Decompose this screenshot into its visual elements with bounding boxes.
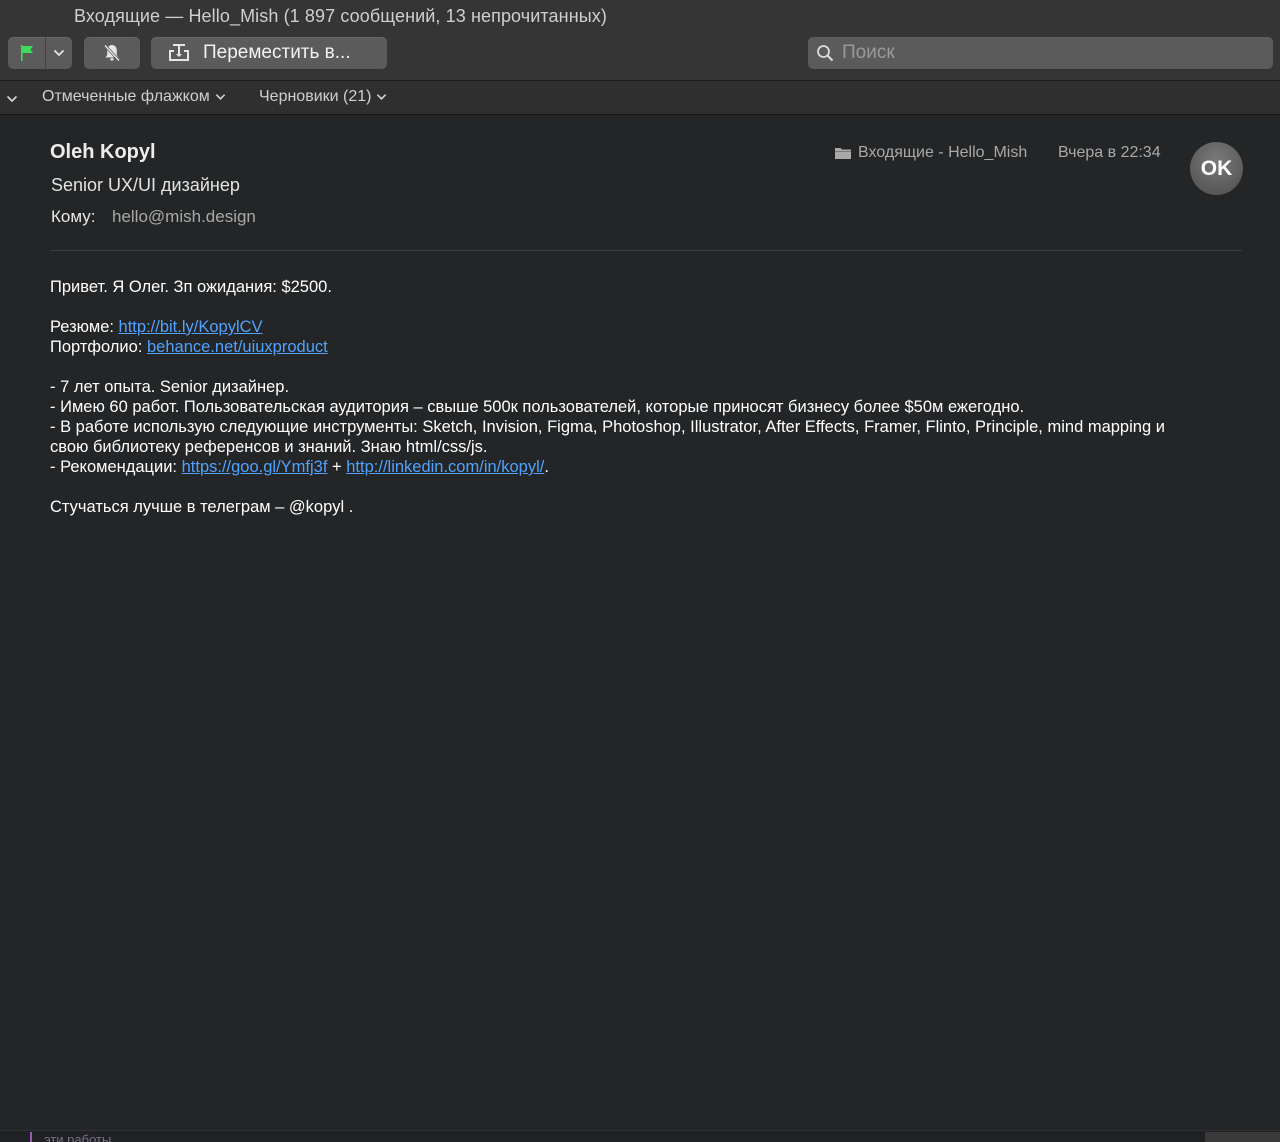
favorite-flagged-label: Отмеченные флажком: [42, 88, 210, 105]
to-address[interactable]: hello@mish.design: [112, 207, 256, 227]
recommend-label: - Рекомендации:: [50, 458, 182, 476]
message-body: Привет. Я Олег. Зп ожидания: $2500. Резю…: [50, 277, 1245, 517]
window-title: Входящие — Hello_Mish (1 897 сообщений, …: [74, 6, 607, 26]
bottom-strip: [0, 1130, 1280, 1142]
chevron-down-icon: [215, 94, 225, 101]
body-works: - Имею 60 работ. Пользовательская аудито…: [50, 398, 1025, 416]
recommend-link-1[interactable]: https://goo.gl/Ymfj3f: [182, 458, 328, 476]
flag-button[interactable]: [8, 37, 47, 69]
body-tools-line-2: свою библиотеку референсов и знаний. Зна…: [50, 438, 488, 456]
folder-icon: [835, 148, 851, 159]
flag-button-group: [8, 37, 72, 69]
body-portfolio-line: Портфолио: behance.net/uiuxproduct: [50, 337, 1245, 357]
search-icon: [817, 45, 834, 62]
body-resume-line: Резюме: http://bit.ly/KopylCV: [50, 317, 1245, 337]
search-field[interactable]: [808, 37, 1273, 69]
mute-button[interactable]: [84, 37, 140, 69]
sender-name[interactable]: Oleh Kopyl: [50, 141, 156, 164]
favorite-flagged[interactable]: Отмеченные флажком: [42, 88, 226, 106]
body-experience: - 7 лет опыта. Senior дизайнер.: [50, 378, 290, 396]
bottom-partial-text: эти работы: [44, 1133, 112, 1142]
bottom-right-block: [1205, 1132, 1280, 1142]
body-contact: Стучаться лучше в телеграм – @kopyl .: [50, 498, 354, 516]
portfolio-label: Портфолио:: [50, 338, 147, 356]
bottom-accent-bar: [30, 1132, 32, 1142]
title-toolbar: Входящие — Hello_Mish (1 897 сообщений, …: [0, 0, 1280, 81]
resume-link[interactable]: http://bit.ly/KopylCV: [119, 318, 263, 336]
portfolio-link[interactable]: behance.net/uiuxproduct: [147, 338, 328, 356]
recommend-plus: +: [327, 458, 347, 476]
to-label: Кому:: [51, 207, 96, 226]
body-tools-line-1: - В работе использую следующие инструмен…: [50, 418, 1165, 436]
move-tray-icon: [169, 44, 189, 61]
move-to-button[interactable]: Переместить в...: [151, 37, 387, 69]
mail-window: Входящие — Hello_Mish (1 897 сообщений, …: [0, 0, 1280, 1142]
chevron-down-icon: [54, 49, 65, 57]
bell-slash-icon: [103, 44, 121, 62]
resume-label: Резюме:: [50, 318, 119, 336]
recommend-link-2[interactable]: http://linkedin.com/in/kopyl/: [346, 458, 544, 476]
flag-icon: [20, 45, 33, 61]
move-to-label: Переместить в...: [203, 42, 351, 63]
avatar[interactable]: OK: [1190, 142, 1243, 195]
mailbox-label: Входящие - Hello_Mish: [858, 144, 1028, 161]
message-mailbox: Входящие - Hello_Mish: [834, 144, 1027, 162]
favorite-drafts[interactable]: Черновики (21): [259, 88, 387, 106]
flag-menu-button[interactable]: [46, 37, 72, 69]
search-input[interactable]: [840, 41, 1264, 65]
favorite-drafts-label: Черновики (21): [259, 88, 372, 105]
recommend-end: .: [544, 458, 549, 476]
message-date: Вчера в 22:34: [1058, 144, 1161, 161]
favorites-bar: Отмеченные флажком Черновики (21): [0, 81, 1280, 115]
message-subject: Senior UX/UI дизайнер: [51, 175, 240, 195]
body-greeting: Привет. Я Олег. Зп ожидания: $2500.: [50, 278, 332, 296]
favorites-toggle[interactable]: [6, 90, 18, 108]
header-divider: [50, 250, 1242, 251]
chevron-down-icon: [6, 95, 18, 103]
chevron-down-icon: [377, 94, 387, 101]
body-recommendations: - Рекомендации: https://goo.gl/Ymfj3f + …: [50, 457, 1245, 477]
